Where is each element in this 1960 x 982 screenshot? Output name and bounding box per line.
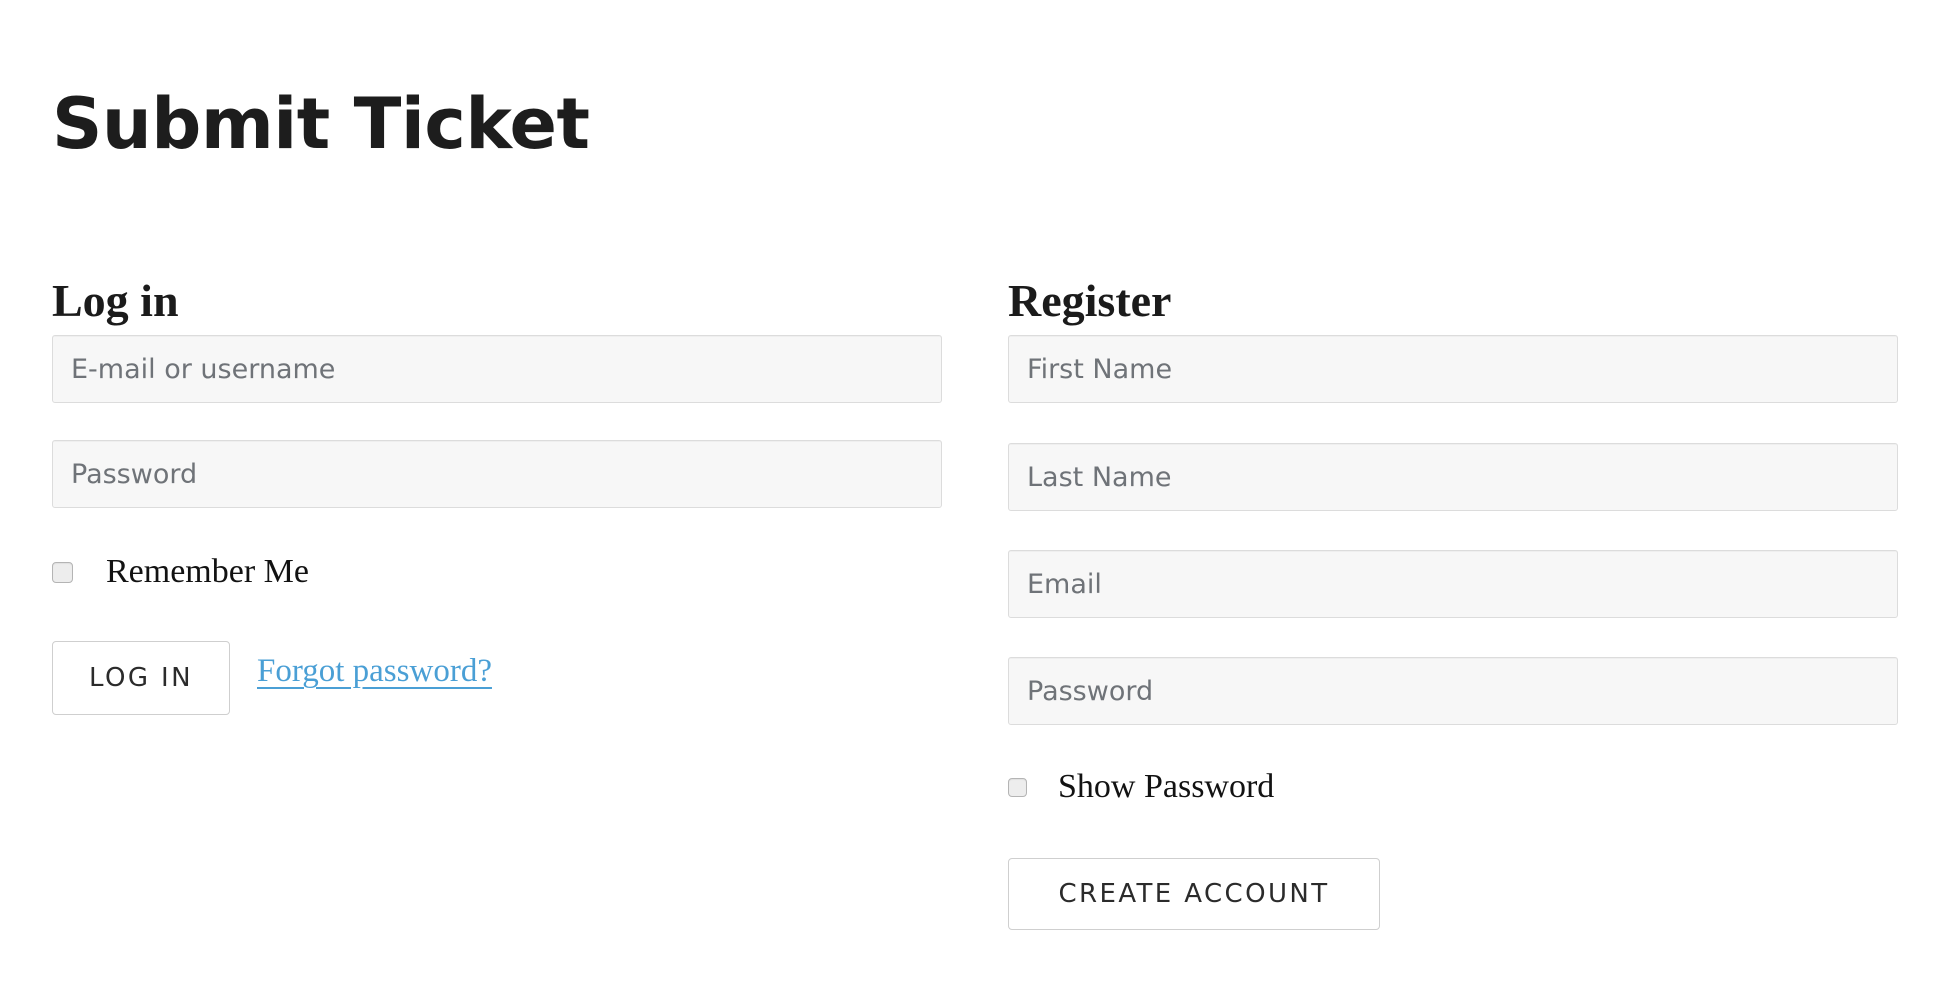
register-email-input[interactable] [1009, 551, 1897, 617]
login-username-input[interactable] [53, 336, 941, 402]
remember-me-checkbox[interactable] [52, 561, 73, 583]
register-first-name-field[interactable] [1008, 335, 1898, 403]
auth-columns: Log in Remember Me LOG IN Forgot passwor… [0, 0, 1960, 982]
show-password-checkbox[interactable] [1008, 777, 1027, 797]
show-password-label: Show Password [1058, 768, 1275, 805]
register-last-name-field[interactable] [1008, 443, 1898, 511]
remember-me-label: Remember Me [106, 553, 309, 590]
register-password-field[interactable] [1008, 657, 1898, 725]
login-username-field[interactable] [52, 335, 942, 403]
login-password-field[interactable] [52, 440, 942, 508]
remember-me-row[interactable]: Remember Me [52, 555, 309, 589]
register-heading: Register [1008, 275, 1172, 327]
register-last-name-input[interactable] [1009, 444, 1897, 510]
register-email-field[interactable] [1008, 550, 1898, 618]
register-password-input[interactable] [1009, 658, 1897, 724]
login-password-input[interactable] [53, 441, 941, 507]
login-heading: Log in [52, 275, 179, 327]
submit-ticket-page: Submit Ticket Log in Remember Me LOG IN … [0, 0, 1960, 982]
register-first-name-input[interactable] [1009, 336, 1897, 402]
log-in-button[interactable]: LOG IN [52, 641, 230, 715]
forgot-password-link[interactable]: Forgot password? [257, 655, 492, 688]
create-account-button[interactable]: CREATE ACCOUNT [1008, 858, 1380, 930]
show-password-row[interactable]: Show Password [1008, 770, 1274, 804]
